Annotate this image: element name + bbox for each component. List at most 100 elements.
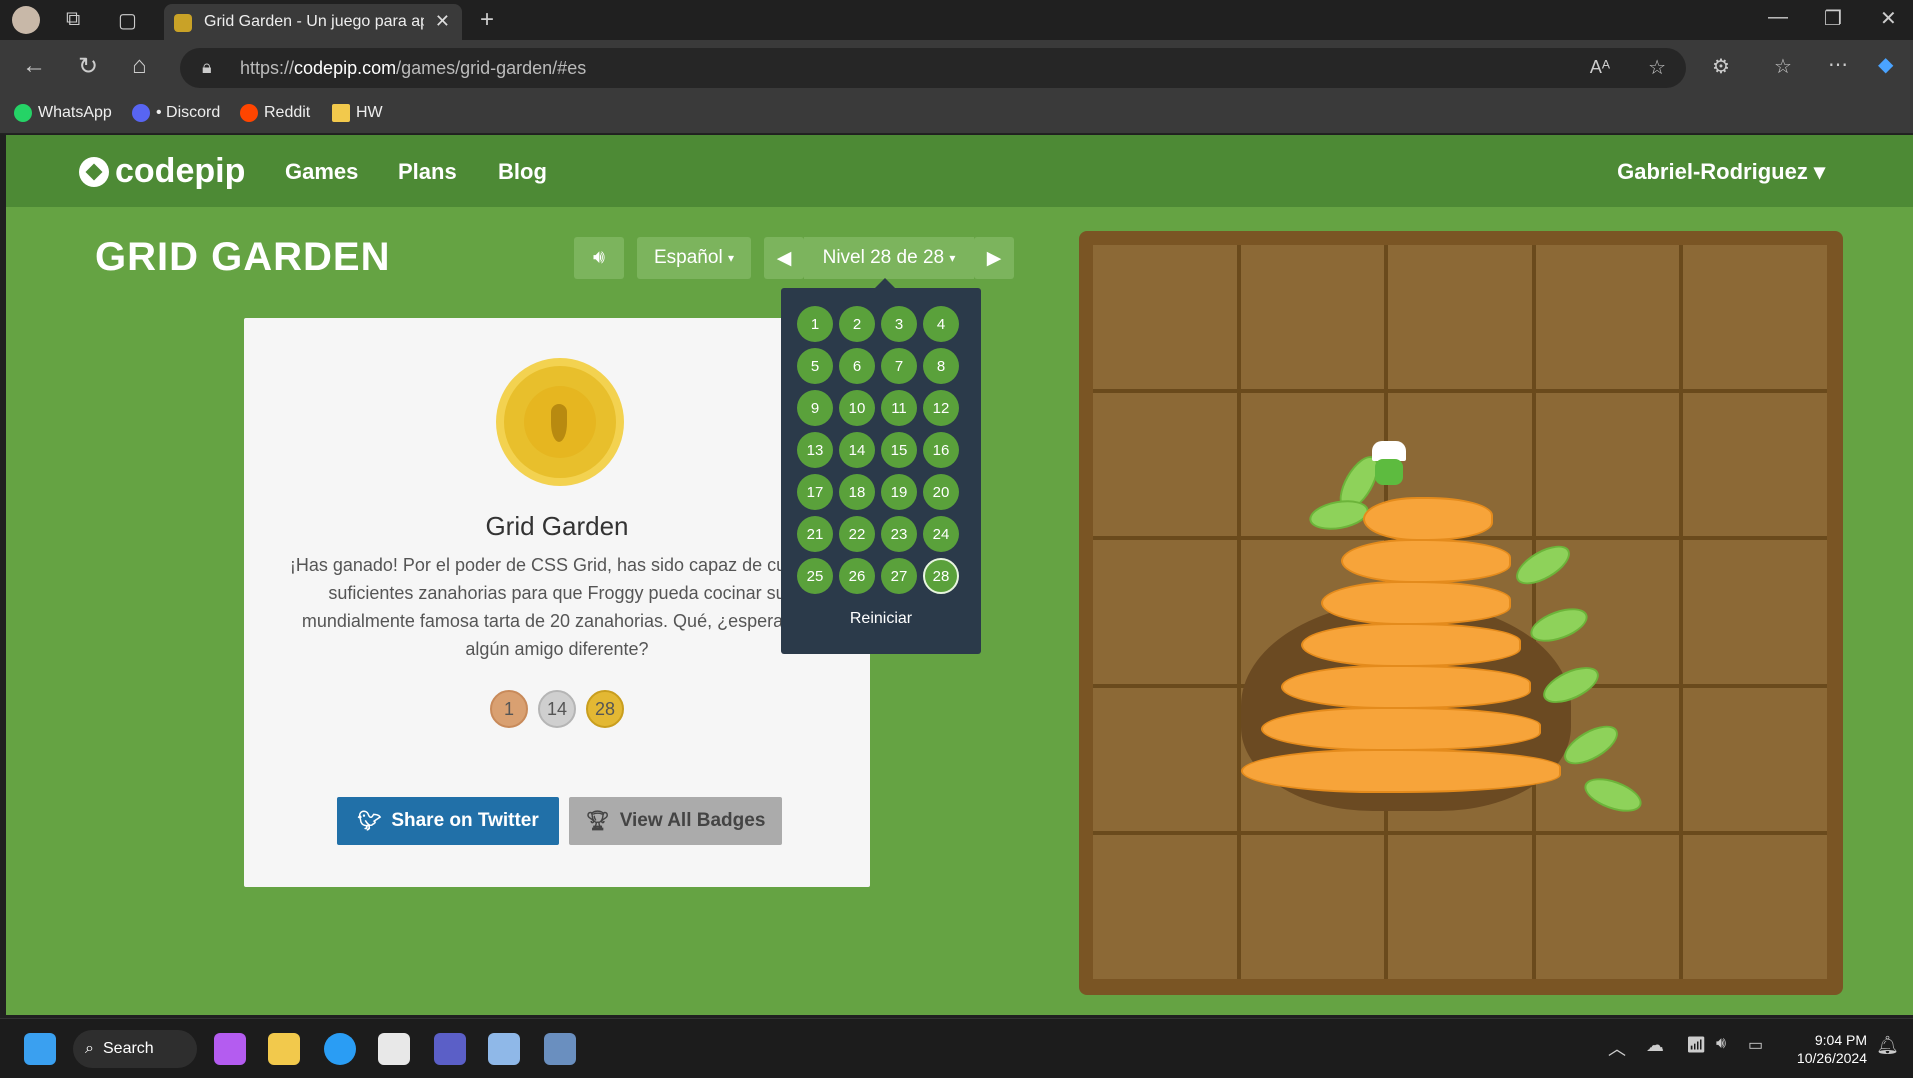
tab-title: Grid Garden - Un juego para apre	[204, 13, 424, 30]
level-button[interactable]: 17	[797, 474, 833, 510]
back-icon[interactable]: ←	[22, 52, 46, 80]
next-level-button[interactable]: ▶	[974, 237, 1014, 279]
sound-toggle-button[interactable]: 🔊︎	[574, 237, 624, 279]
edge-icon[interactable]	[324, 1033, 356, 1065]
browser-tab-active[interactable]: Grid Garden - Un juego para apre ✕	[164, 4, 462, 40]
level-button[interactable]: 27	[881, 558, 917, 594]
bookmark-hw[interactable]: HW	[332, 104, 383, 122]
bookmark-reddit[interactable]: Reddit	[240, 104, 310, 122]
garden-cell	[1388, 835, 1532, 979]
app-2019-icon[interactable]	[544, 1033, 576, 1065]
volume-icon[interactable]: 🔊︎	[1716, 1035, 1726, 1053]
level-button[interactable]: 13	[797, 432, 833, 468]
level-button[interactable]: 26	[839, 558, 875, 594]
wifi-icon[interactable]: 📶︎	[1686, 1035, 1706, 1055]
folder-icon	[332, 104, 350, 122]
share-twitter-button[interactable]: 🐦︎ Share on Twitter	[337, 797, 559, 845]
badge-gold[interactable]: 28	[586, 690, 624, 728]
close-window-icon[interactable]: ✕	[1880, 6, 1897, 31]
favorite-star-icon[interactable]: ☆	[1648, 55, 1666, 80]
leaf-icon	[1510, 537, 1576, 593]
new-tab-icon[interactable]: +	[480, 6, 494, 34]
chevron-up-icon[interactable]: ︿	[1608, 1035, 1626, 1061]
previous-level-button[interactable]: ◀	[764, 237, 804, 279]
nav-link-games[interactable]: Games	[285, 159, 358, 185]
file-explorer-icon[interactable]	[268, 1033, 300, 1065]
favorites-icon[interactable]: ☆	[1774, 54, 1792, 79]
level-button[interactable]: 24	[923, 516, 959, 552]
level-button[interactable]: 14	[839, 432, 875, 468]
bookmark-whatsapp[interactable]: WhatsApp	[14, 104, 112, 122]
browser-toolbar: ← ↻ ⌂ 🔒︎ https://codepip.com/games/grid-…	[0, 40, 1913, 96]
level-button[interactable]: 1	[797, 306, 833, 342]
garden-cell	[1093, 392, 1237, 537]
level-button[interactable]: 28	[923, 558, 959, 594]
badge-bronze[interactable]: 1	[490, 690, 528, 728]
badge-silver[interactable]: 14	[538, 690, 576, 728]
level-button[interactable]: 11	[881, 390, 917, 426]
froggy-chef-icon	[1369, 441, 1409, 491]
tab-close-icon[interactable]: ✕	[435, 11, 450, 32]
taskbar-clock[interactable]: 9:04 PM 10/26/2024	[1797, 1031, 1867, 1067]
level-button[interactable]: 19	[881, 474, 917, 510]
level-button[interactable]: 2	[839, 306, 875, 342]
speaker-icon: 🔊︎	[593, 247, 605, 268]
garden-cell	[1683, 392, 1827, 537]
windows-start-icon[interactable]	[24, 1033, 56, 1065]
virtualbox-icon[interactable]	[488, 1033, 520, 1065]
level-button[interactable]: 23	[881, 516, 917, 552]
level-button[interactable]: 15	[881, 432, 917, 468]
garden-cell	[1093, 835, 1237, 979]
level-button[interactable]: 8	[923, 348, 959, 384]
garden-cell	[1093, 540, 1237, 684]
tab-favicon-icon	[174, 14, 192, 32]
extensions-icon[interactable]: ⚙	[1712, 54, 1730, 79]
read-aloud-icon[interactable]: Aᴬ	[1590, 57, 1610, 78]
snipping-tool-icon[interactable]	[378, 1033, 410, 1065]
level-button[interactable]: 7	[881, 348, 917, 384]
profile-avatar[interactable]	[12, 6, 40, 34]
copilot-icon[interactable]: ◆	[1878, 52, 1893, 77]
view-badges-button[interactable]: 🏆︎ View All Badges	[569, 797, 782, 845]
level-button[interactable]: 21	[797, 516, 833, 552]
collections-icon[interactable]: ⧉	[66, 8, 80, 31]
tab-actions-icon[interactable]: ▢	[118, 8, 137, 33]
battery-icon[interactable]: ▭	[1748, 1035, 1763, 1055]
reset-link[interactable]: Reiniciar	[781, 610, 981, 628]
level-button[interactable]: 9	[797, 390, 833, 426]
level-button[interactable]: 22	[839, 516, 875, 552]
bookmark-discord[interactable]: • Discord	[132, 104, 220, 122]
nav-link-blog[interactable]: Blog	[498, 159, 547, 185]
notification-bell-icon[interactable]: 🔔︎	[1876, 1035, 1899, 1056]
user-menu[interactable]: Gabriel-Rodriguez ▾	[1617, 159, 1825, 185]
level-button[interactable]: 10	[839, 390, 875, 426]
garden-cell	[1683, 540, 1827, 684]
level-button[interactable]: 5	[797, 348, 833, 384]
level-button[interactable]: 25	[797, 558, 833, 594]
lock-icon[interactable]: 🔒︎	[202, 57, 212, 78]
minimize-icon[interactable]: —	[1768, 6, 1788, 29]
onedrive-icon[interactable]: ☁	[1646, 1035, 1664, 1056]
restore-icon[interactable]: ❐	[1824, 6, 1842, 31]
level-button[interactable]: 4	[923, 306, 959, 342]
level-button[interactable]: 12	[923, 390, 959, 426]
gold-badge-icon	[496, 358, 624, 486]
codepip-logo[interactable]: codepip	[79, 152, 245, 191]
taskbar-search[interactable]: ⌕ Search	[73, 1030, 197, 1068]
address-bar[interactable]: 🔒︎ https://codepip.com/games/grid-garden…	[180, 48, 1686, 88]
level-button[interactable]: 18	[839, 474, 875, 510]
home-icon[interactable]: ⌂	[132, 52, 147, 80]
refresh-icon[interactable]: ↻	[78, 52, 98, 81]
carrot-icon	[551, 404, 567, 442]
level-button[interactable]: 3	[881, 306, 917, 342]
level-button[interactable]: 16	[923, 432, 959, 468]
level-select[interactable]: Nivel 28 de 28 ▾	[804, 237, 974, 279]
nav-link-plans[interactable]: Plans	[398, 159, 457, 185]
language-select[interactable]: Español ▾	[637, 237, 751, 279]
level-button[interactable]: 20	[923, 474, 959, 510]
search-icon: ⌕	[85, 1040, 94, 1057]
copilot-app-icon[interactable]	[214, 1033, 246, 1065]
teams-icon[interactable]	[434, 1033, 466, 1065]
level-button[interactable]: 6	[839, 348, 875, 384]
more-menu-icon[interactable]: ⋯	[1828, 52, 1848, 77]
